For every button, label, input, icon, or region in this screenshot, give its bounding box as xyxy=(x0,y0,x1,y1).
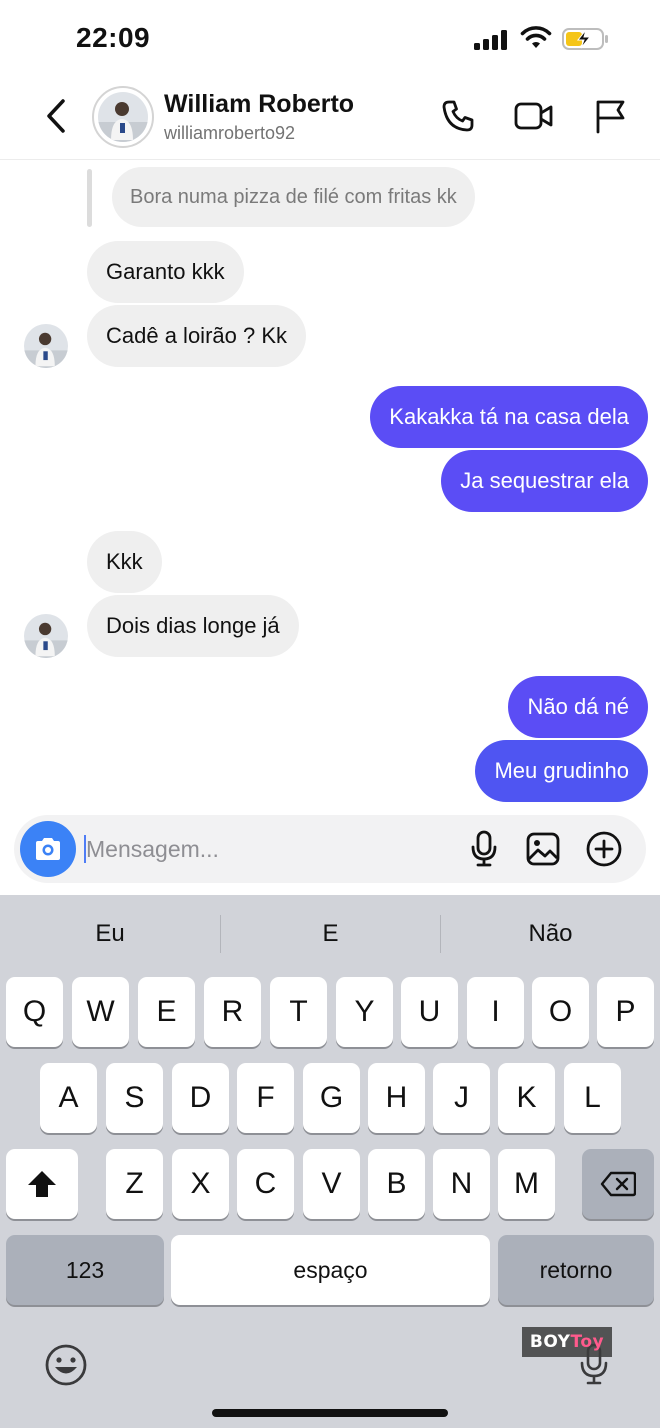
suggestion-2[interactable]: E xyxy=(221,913,440,955)
key-d[interactable]: D xyxy=(172,1063,229,1133)
key-o[interactable]: O xyxy=(532,977,589,1047)
contact-username[interactable]: williamroberto92 xyxy=(164,123,295,144)
key-t[interactable]: T xyxy=(270,977,327,1047)
outgoing-message[interactable]: Meu grudinho xyxy=(475,740,648,802)
key-f[interactable]: F xyxy=(237,1063,294,1133)
return-key[interactable]: retorno xyxy=(498,1235,654,1305)
chat-header: William Roberto williamroberto92 xyxy=(0,80,660,160)
key-n[interactable]: N xyxy=(433,1149,490,1219)
key-y[interactable]: Y xyxy=(336,977,393,1047)
key-p[interactable]: P xyxy=(597,977,654,1047)
sender-avatar[interactable] xyxy=(24,324,68,368)
reply-indicator-bar xyxy=(87,169,92,227)
backspace-key[interactable] xyxy=(582,1149,654,1219)
status-time: 22:09 xyxy=(76,22,151,53)
voice-message-button[interactable] xyxy=(464,829,504,869)
outgoing-message[interactable]: Não dá né xyxy=(508,676,648,738)
watermark-text-2: Toy xyxy=(570,1332,605,1352)
camera-icon xyxy=(36,838,60,860)
back-chevron-icon xyxy=(47,99,65,133)
key-b[interactable]: B xyxy=(368,1149,425,1219)
wifi-icon xyxy=(520,26,552,48)
key-x[interactable]: X xyxy=(172,1149,229,1219)
phone-icon xyxy=(442,100,474,132)
suggestion-3[interactable]: Não xyxy=(441,913,660,955)
battery-icon xyxy=(562,28,608,50)
key-h[interactable]: H xyxy=(368,1063,425,1133)
key-m[interactable]: M xyxy=(498,1149,555,1219)
key-a[interactable]: A xyxy=(40,1063,97,1133)
camera-button[interactable] xyxy=(20,821,76,877)
watermark-logo: BOY Toy xyxy=(522,1327,612,1357)
message-thread: Bora numa pizza de filé com fritas kk Ga… xyxy=(0,161,660,813)
message-composer xyxy=(14,815,646,883)
key-k[interactable]: K xyxy=(498,1063,555,1133)
back-button[interactable] xyxy=(40,96,72,136)
outgoing-message[interactable]: Ja sequestrar ela xyxy=(441,450,648,512)
outgoing-message[interactable]: Kakakka tá na casa dela xyxy=(370,386,648,448)
gallery-button[interactable] xyxy=(523,829,563,869)
replied-message[interactable]: Bora numa pizza de filé com fritas kk xyxy=(112,167,475,227)
incoming-message[interactable]: Cadê a loirão ? Kk xyxy=(87,305,306,367)
message-input[interactable] xyxy=(86,829,446,869)
key-u[interactable]: U xyxy=(401,977,458,1047)
numbers-key[interactable]: 123 xyxy=(6,1235,164,1305)
signal-icon xyxy=(474,30,507,50)
report-button[interactable] xyxy=(590,96,630,136)
gallery-icon xyxy=(526,832,560,866)
emoji-icon xyxy=(45,1344,87,1386)
more-options-button[interactable] xyxy=(584,829,624,869)
incoming-message[interactable]: Garanto kkk xyxy=(87,241,244,303)
key-j[interactable]: J xyxy=(433,1063,490,1133)
key-r[interactable]: R xyxy=(204,977,261,1047)
watermark-text-1: BOY xyxy=(529,1332,571,1352)
avatar-photo xyxy=(98,92,148,142)
home-indicator xyxy=(212,1409,448,1417)
video-camera-icon xyxy=(514,102,553,130)
flag-icon xyxy=(596,100,625,134)
incoming-message[interactable]: Kkk xyxy=(87,531,162,593)
key-q[interactable]: Q xyxy=(6,977,63,1047)
microphone-icon xyxy=(471,830,497,867)
backspace-icon xyxy=(600,1171,636,1197)
status-bar: 22:09 xyxy=(0,0,660,80)
key-s[interactable]: S xyxy=(106,1063,163,1133)
suggestion-1[interactable]: Eu xyxy=(0,913,220,955)
emoji-button[interactable] xyxy=(44,1343,88,1387)
keyboard: Eu E Não Q W E R T Y U I O P A S D F G H… xyxy=(0,895,660,1428)
voice-call-button[interactable] xyxy=(438,96,478,136)
key-e[interactable]: E xyxy=(138,977,195,1047)
key-c[interactable]: C xyxy=(237,1149,294,1219)
key-w[interactable]: W xyxy=(72,977,129,1047)
key-l[interactable]: L xyxy=(564,1063,621,1133)
key-i[interactable]: I xyxy=(467,977,524,1047)
key-v[interactable]: V xyxy=(303,1149,360,1219)
space-key[interactable]: espaço xyxy=(171,1235,490,1305)
key-g[interactable]: G xyxy=(303,1063,360,1133)
shift-icon xyxy=(28,1171,56,1197)
key-z[interactable]: Z xyxy=(106,1149,163,1219)
header-avatar[interactable] xyxy=(92,86,154,148)
video-call-button[interactable] xyxy=(514,96,554,136)
shift-key[interactable] xyxy=(6,1149,78,1219)
add-circle-icon xyxy=(586,831,622,867)
sender-avatar[interactable] xyxy=(24,614,68,658)
incoming-message[interactable]: Dois dias longe já xyxy=(87,595,299,657)
contact-name[interactable]: William Roberto xyxy=(164,90,354,119)
